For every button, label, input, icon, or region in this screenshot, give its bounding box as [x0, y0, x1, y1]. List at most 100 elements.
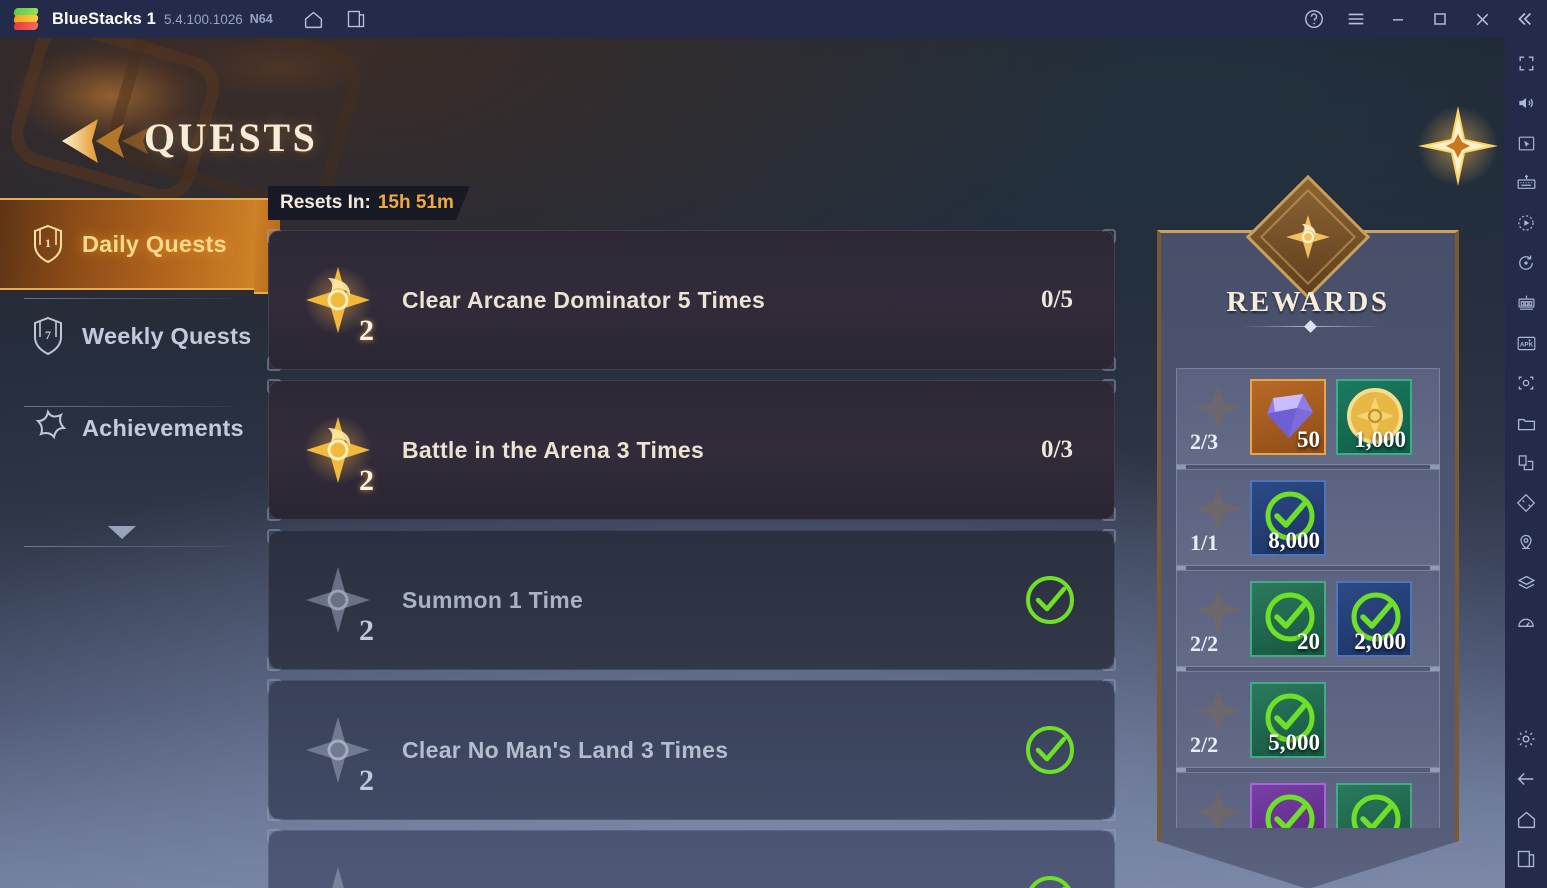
multi-instance-manager-icon[interactable]: [1511, 288, 1541, 318]
quest-name: Summon 1 Time: [402, 586, 584, 613]
reward-row[interactable]: 1/1 8,000: [1176, 467, 1440, 568]
quest-points-star-icon: 2: [300, 862, 376, 888]
reward-amount: 8,000: [1268, 527, 1320, 553]
quest-row[interactable]: 2 Clear Arcane Dominator 5 Times 0/5: [267, 229, 1116, 371]
quest-row[interactable]: 2 Promote 1 Hero: [267, 829, 1116, 888]
settings-gear-icon[interactable]: [1511, 724, 1541, 754]
layers-icon[interactable]: [1511, 568, 1541, 598]
shield-7-icon: 7: [26, 314, 70, 358]
media-folder-icon[interactable]: [1511, 408, 1541, 438]
quest-name: Clear Arcane Dominator 5 Times: [402, 286, 766, 313]
reward-item-shard[interactable]: [1250, 782, 1326, 828]
rewards-list: 2/3 50 1,000 1/1 8,000 2/2 20 2,000 2/2 …: [1176, 368, 1440, 828]
recent-apps-icon[interactable]: [1511, 844, 1541, 874]
quest-points-value: 2: [359, 314, 374, 347]
home-icon[interactable]: [299, 4, 329, 34]
reward-star-ghost-icon: [1192, 685, 1244, 737]
quest-row[interactable]: 2 Battle in the Arena 3 Times 0/3: [267, 379, 1116, 521]
page-title: QUESTS: [144, 115, 318, 160]
quest-points-star-icon: 2: [300, 562, 376, 647]
star-sparkle-icon[interactable]: [1412, 100, 1504, 192]
reward-star-ghost-icon: [1192, 382, 1244, 434]
back-icon[interactable]: [1511, 764, 1541, 794]
bluestacks-tool-rail: APK: [1505, 38, 1547, 888]
performance-meter-icon[interactable]: [1511, 608, 1541, 638]
shake-icon[interactable]: [1511, 488, 1541, 518]
bluestacks-logo-icon: [13, 7, 39, 31]
help-icon[interactable]: [1299, 4, 1329, 34]
collapse-sidebar-icon[interactable]: [1509, 4, 1539, 34]
sidebar-item-label: Achievements: [82, 414, 244, 441]
close-icon[interactable]: [1467, 4, 1497, 34]
reward-item-gold[interactable]: 1,000: [1336, 378, 1412, 455]
quest-complete-check-icon: [1023, 723, 1077, 777]
location-icon[interactable]: [1511, 528, 1541, 558]
reward-star-ghost-icon: [1192, 483, 1244, 535]
quest-progress: 0/5: [1041, 286, 1073, 313]
reward-item-gold[interactable]: 5,000: [1250, 681, 1326, 758]
reward-fraction: 2/2: [1190, 732, 1219, 757]
sidebar-item-label: Weekly Quests: [82, 322, 252, 349]
multi-instance-icon[interactable]: [341, 4, 371, 34]
app-version: 5.4.100.1026: [163, 11, 243, 27]
quest-points-value: 2: [359, 764, 374, 797]
quest-row[interactable]: 2 Clear No Man's Land 3 Times: [267, 679, 1116, 821]
install-apk-icon[interactable]: APK: [1511, 328, 1541, 358]
bluestacks-titlebar: BlueStacks 1 5.4.100.1026 N64: [0, 0, 1547, 38]
svg-text:1: 1: [45, 236, 51, 250]
resize-window-icon[interactable]: [1511, 448, 1541, 478]
cursor-pointer-icon[interactable]: [1511, 128, 1541, 158]
rewards-title: REWARDS: [1226, 286, 1390, 318]
sidebar-item-daily-quests[interactable]: 1 Daily Quests: [0, 198, 291, 294]
rotate-icon[interactable]: [1511, 248, 1541, 278]
quest-row[interactable]: 2 Summon 1 Time: [267, 529, 1116, 671]
reward-amount: 1,000: [1354, 426, 1406, 452]
fullscreen-icon[interactable]: [1511, 48, 1541, 78]
screenshot-icon[interactable]: [1511, 368, 1541, 398]
home-icon[interactable]: [1511, 804, 1541, 834]
minimize-icon[interactable]: [1383, 4, 1413, 34]
game-viewport[interactable]: QUESTS Resets In: 15h 51m 1 Daily Quests…: [0, 38, 1505, 888]
resets-timer-badge: Resets In: 15h 51m: [268, 186, 470, 220]
quest-complete-check-icon: [1023, 873, 1077, 888]
volume-icon[interactable]: [1511, 88, 1541, 118]
sidebar-item-label: Daily Quests: [82, 230, 227, 257]
quest-complete-check-icon: [1023, 573, 1077, 627]
maximize-icon[interactable]: [1425, 4, 1455, 34]
sidebar-item-achievements[interactable]: Achievements: [0, 382, 258, 474]
reward-fraction: 2/3: [1190, 429, 1219, 454]
keyboard-controls-icon[interactable]: [1511, 168, 1541, 198]
reward-row[interactable]: 2/3 50 1,000: [1176, 368, 1440, 467]
achievement-star-icon: [26, 406, 70, 450]
quest-points-value: 2: [359, 614, 374, 647]
reward-item-gem[interactable]: 50: [1250, 378, 1326, 455]
resets-value: 15h 51m: [377, 192, 454, 213]
reward-claimed-check-icon: [1346, 789, 1406, 828]
reward-star-ghost-icon: [1192, 584, 1244, 636]
quest-name: Battle in the Arena 3 Times: [402, 436, 705, 463]
reward-item-gold[interactable]: [1336, 782, 1412, 828]
sidebar-item-weekly-quests[interactable]: 7 Weekly Quests: [0, 290, 258, 382]
caret-down-icon[interactable]: [108, 526, 136, 539]
quest-name: Clear No Man's Land 3 Times: [402, 736, 729, 763]
reward-item-exp[interactable]: 8,000: [1250, 479, 1326, 556]
reward-star-ghost-icon: [1192, 786, 1244, 828]
app-arch: N64: [249, 12, 273, 26]
reward-item-token[interactable]: 20: [1250, 580, 1326, 657]
reward-amount: 20: [1297, 628, 1320, 654]
rewards-divider: [1240, 320, 1380, 333]
reward-row[interactable]: 2/2 20 2,000: [1176, 568, 1440, 669]
reward-fraction: 2/2: [1190, 631, 1219, 656]
reward-row[interactable]: 2/2 5,000: [1176, 669, 1440, 770]
quest-points-value: 2: [359, 464, 374, 497]
reward-amount: 5,000: [1268, 729, 1320, 755]
macro-record-icon[interactable]: [1511, 208, 1541, 238]
quest-points-star-icon: 2: [300, 412, 376, 497]
rewards-panel-footer: [1157, 829, 1459, 888]
reward-item-exp[interactable]: 2,000: [1336, 580, 1412, 657]
hamburger-menu-icon[interactable]: [1341, 4, 1371, 34]
quest-points-star-icon: 2: [300, 262, 376, 347]
quest-category-sidebar: 1 Daily Quests 7 Weekly Quests Achieveme…: [0, 198, 291, 547]
reward-row[interactable]: [1176, 770, 1440, 828]
reward-fraction: 1/1: [1190, 530, 1219, 555]
